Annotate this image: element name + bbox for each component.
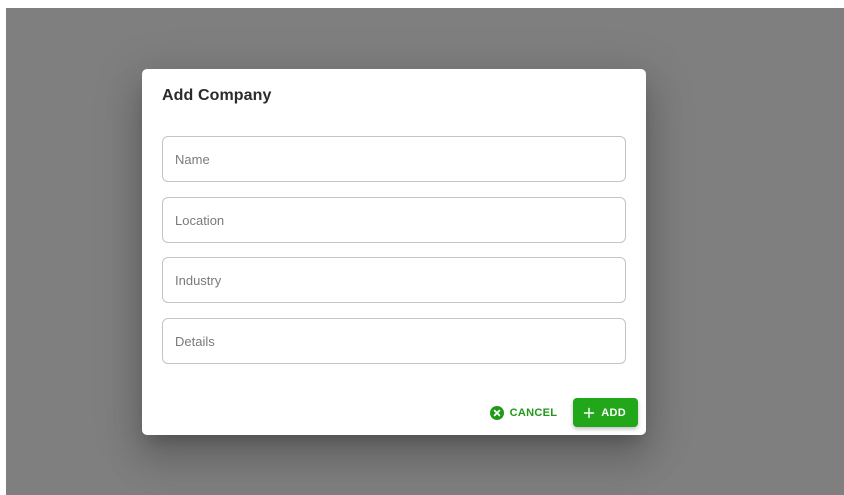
details-input[interactable] [163, 319, 625, 363]
name-field[interactable] [162, 136, 626, 182]
location-field[interactable] [162, 197, 626, 243]
add-company-dialog: Add Company CANCEL ADD [142, 69, 646, 435]
details-field[interactable] [162, 318, 626, 364]
location-input[interactable] [163, 198, 625, 242]
add-label: ADD [601, 406, 626, 419]
plus-icon [583, 407, 595, 419]
dialog-title: Add Company [162, 87, 272, 104]
cancel-circle-icon [489, 405, 504, 420]
dialog-actions: CANCEL ADD [482, 398, 638, 427]
industry-input[interactable] [163, 258, 625, 302]
industry-field[interactable] [162, 257, 626, 303]
cancel-button[interactable]: CANCEL [482, 399, 566, 427]
name-input[interactable] [163, 137, 625, 181]
add-button[interactable]: ADD [573, 398, 638, 427]
cancel-label: CANCEL [509, 406, 558, 419]
